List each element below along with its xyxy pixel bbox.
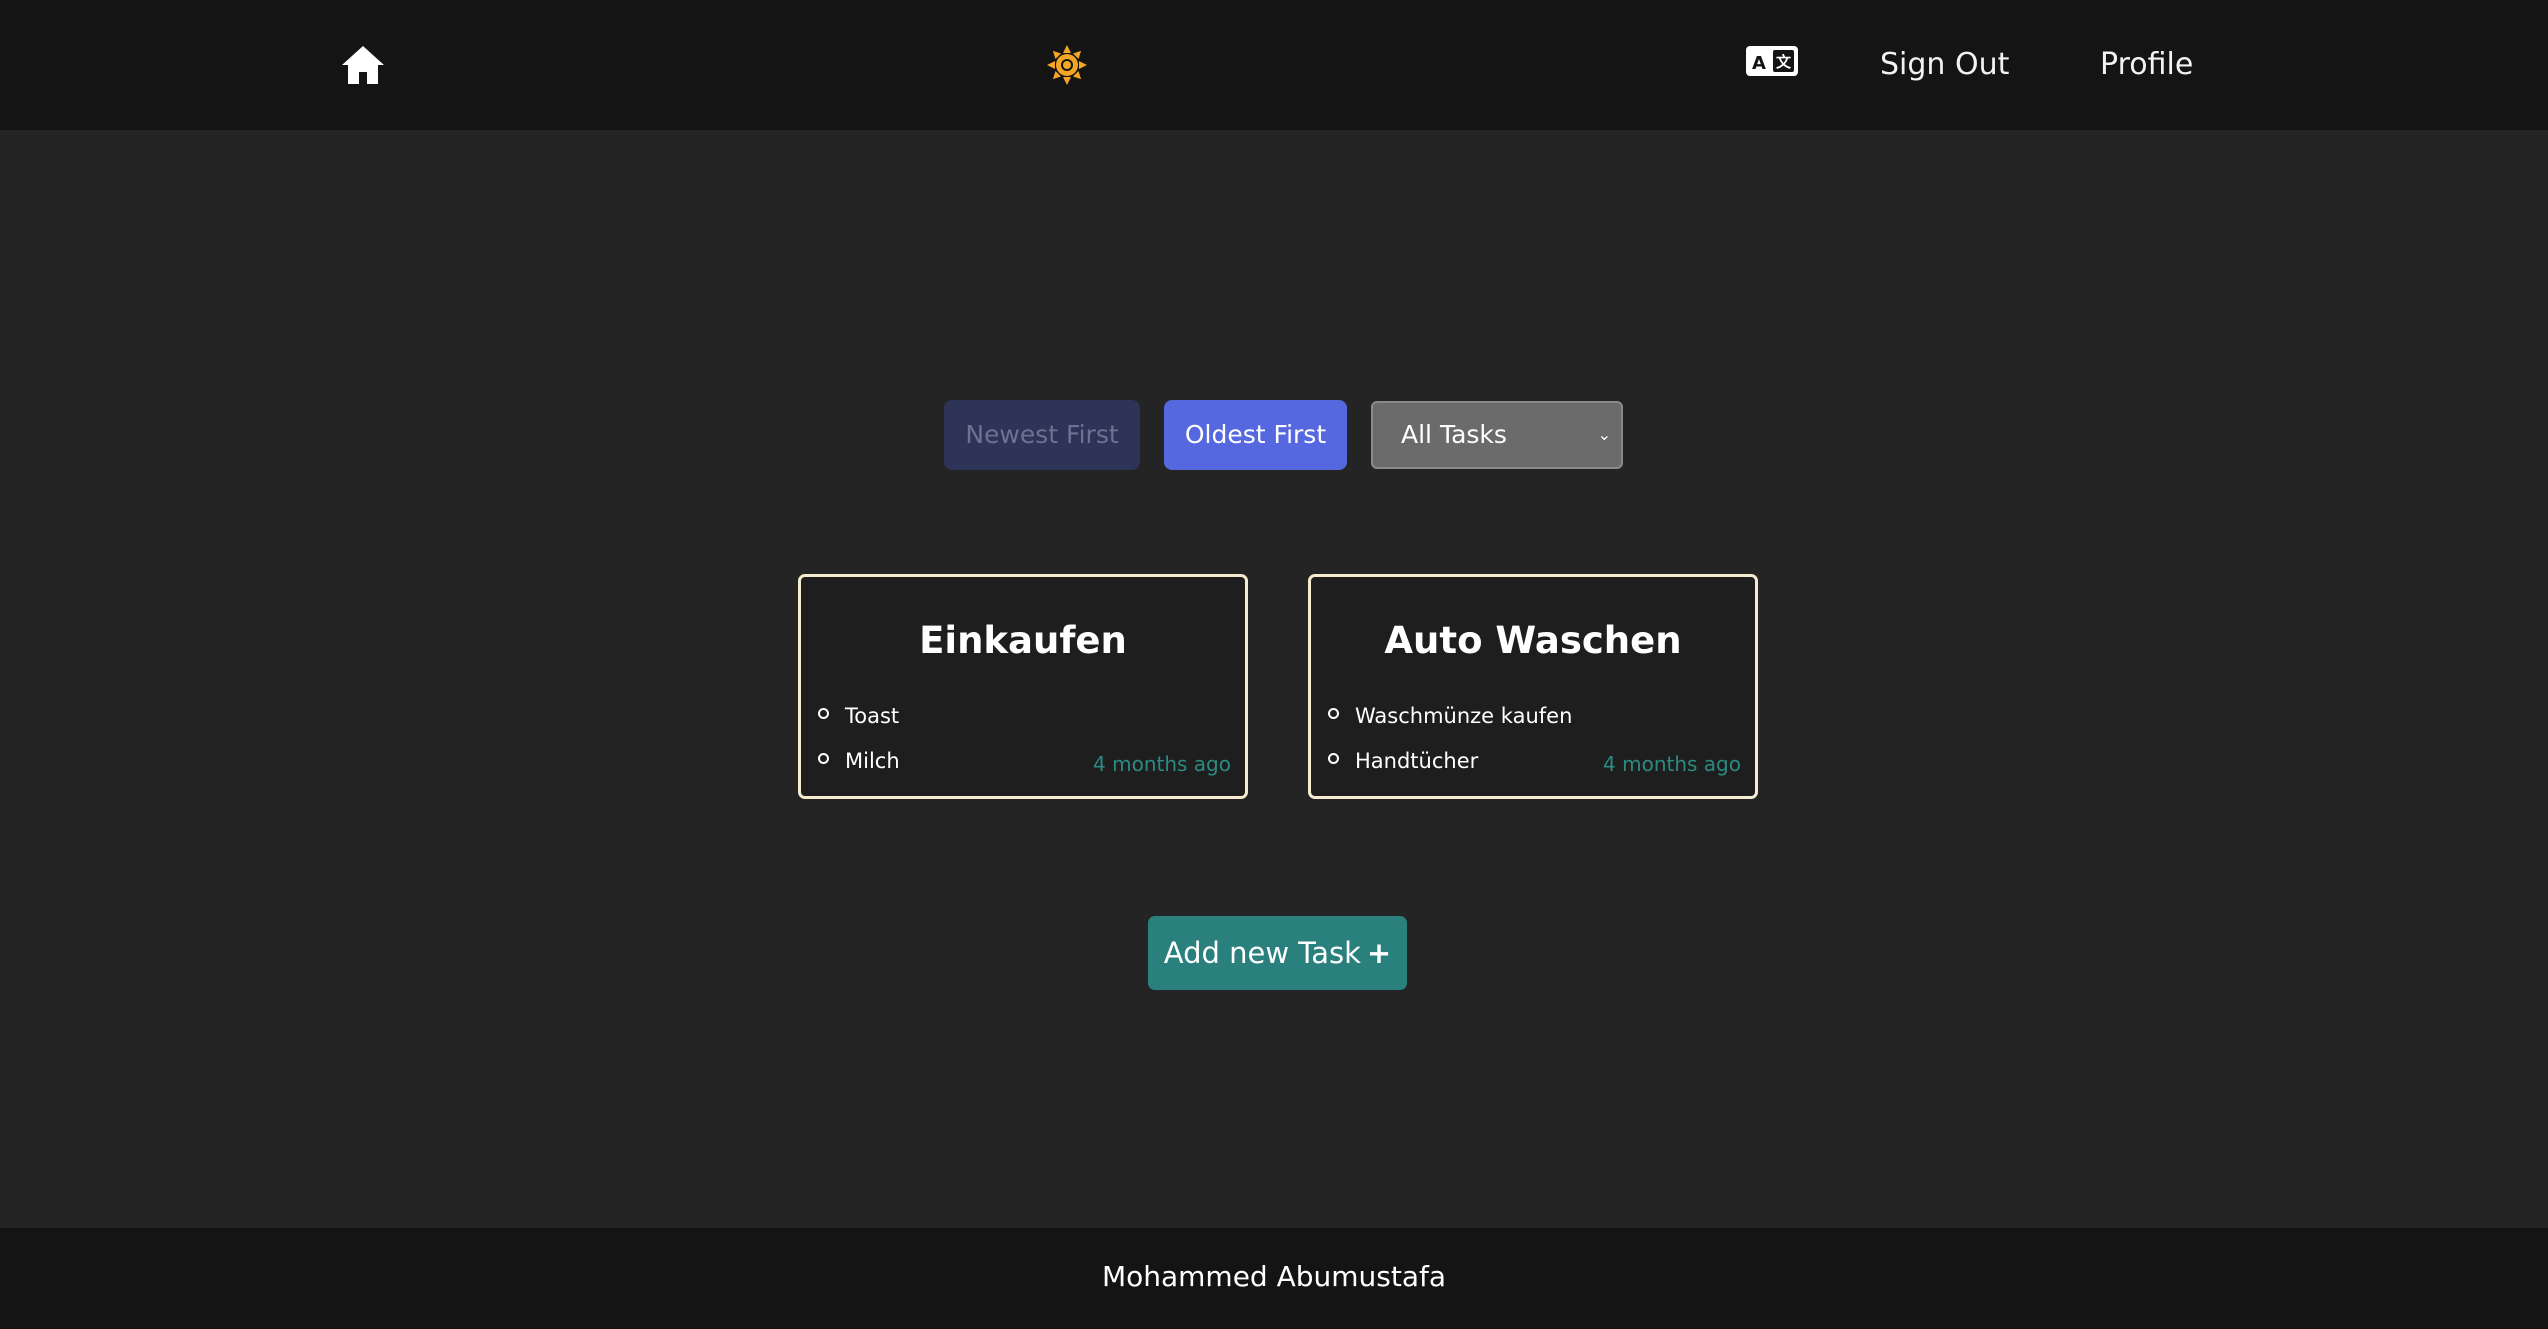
task-item-label: Milch [845, 749, 900, 773]
navbar: A 文 Sign Out Profile [0, 0, 2548, 130]
footer: Mohammed Abumustafa [0, 1228, 2548, 1329]
task-item-label: Waschmünze kaufen [1355, 704, 1573, 728]
home-icon[interactable] [340, 44, 386, 86]
task-item: Milch [818, 746, 900, 776]
footer-author: Mohammed Abumustafa [1101, 1260, 1447, 1293]
task-item: Handtücher [1328, 746, 1478, 776]
oldest-first-button[interactable]: Oldest First [1164, 400, 1347, 470]
sign-out-link[interactable]: Sign Out [1880, 42, 2009, 88]
task-card[interactable]: Auto Waschen Waschmünze kaufen Handtüche… [1308, 574, 1758, 799]
svg-text:文: 文 [1776, 53, 1792, 71]
add-new-task-label: Add new Task [1163, 936, 1361, 970]
svg-text:A: A [1752, 53, 1766, 74]
sun-icon[interactable] [1046, 44, 1088, 86]
task-item-label: Handtücher [1355, 749, 1479, 773]
task-title: Einkaufen [919, 619, 1127, 662]
task-timestamp: 4 months ago [1603, 752, 1741, 776]
circle-bullet-icon [818, 708, 829, 719]
task-item: Toast [818, 701, 899, 731]
profile-link[interactable]: Profile [2100, 42, 2193, 88]
task-timestamp: 4 months ago [1093, 752, 1231, 776]
circle-bullet-icon [818, 753, 829, 764]
task-filter-selected-value: All Tasks [1401, 420, 1507, 449]
translate-icon[interactable]: A 文 [1746, 46, 1798, 78]
task-title: Auto Waschen [1384, 619, 1682, 662]
chevron-down-icon: ⌄ [1597, 425, 1611, 444]
task-card[interactable]: Einkaufen Toast Milch 4 months ago [798, 574, 1248, 799]
task-filter-select[interactable]: All Tasks ⌄ [1371, 401, 1623, 469]
add-new-task-button[interactable]: Add new Task + [1148, 916, 1407, 990]
task-item-label: Toast [845, 704, 900, 728]
circle-bullet-icon [1328, 753, 1339, 764]
task-item: Waschmünze kaufen [1328, 701, 1572, 731]
plus-icon: + [1366, 936, 1392, 970]
circle-bullet-icon [1328, 708, 1339, 719]
newest-first-button[interactable]: Newest First [944, 400, 1140, 470]
